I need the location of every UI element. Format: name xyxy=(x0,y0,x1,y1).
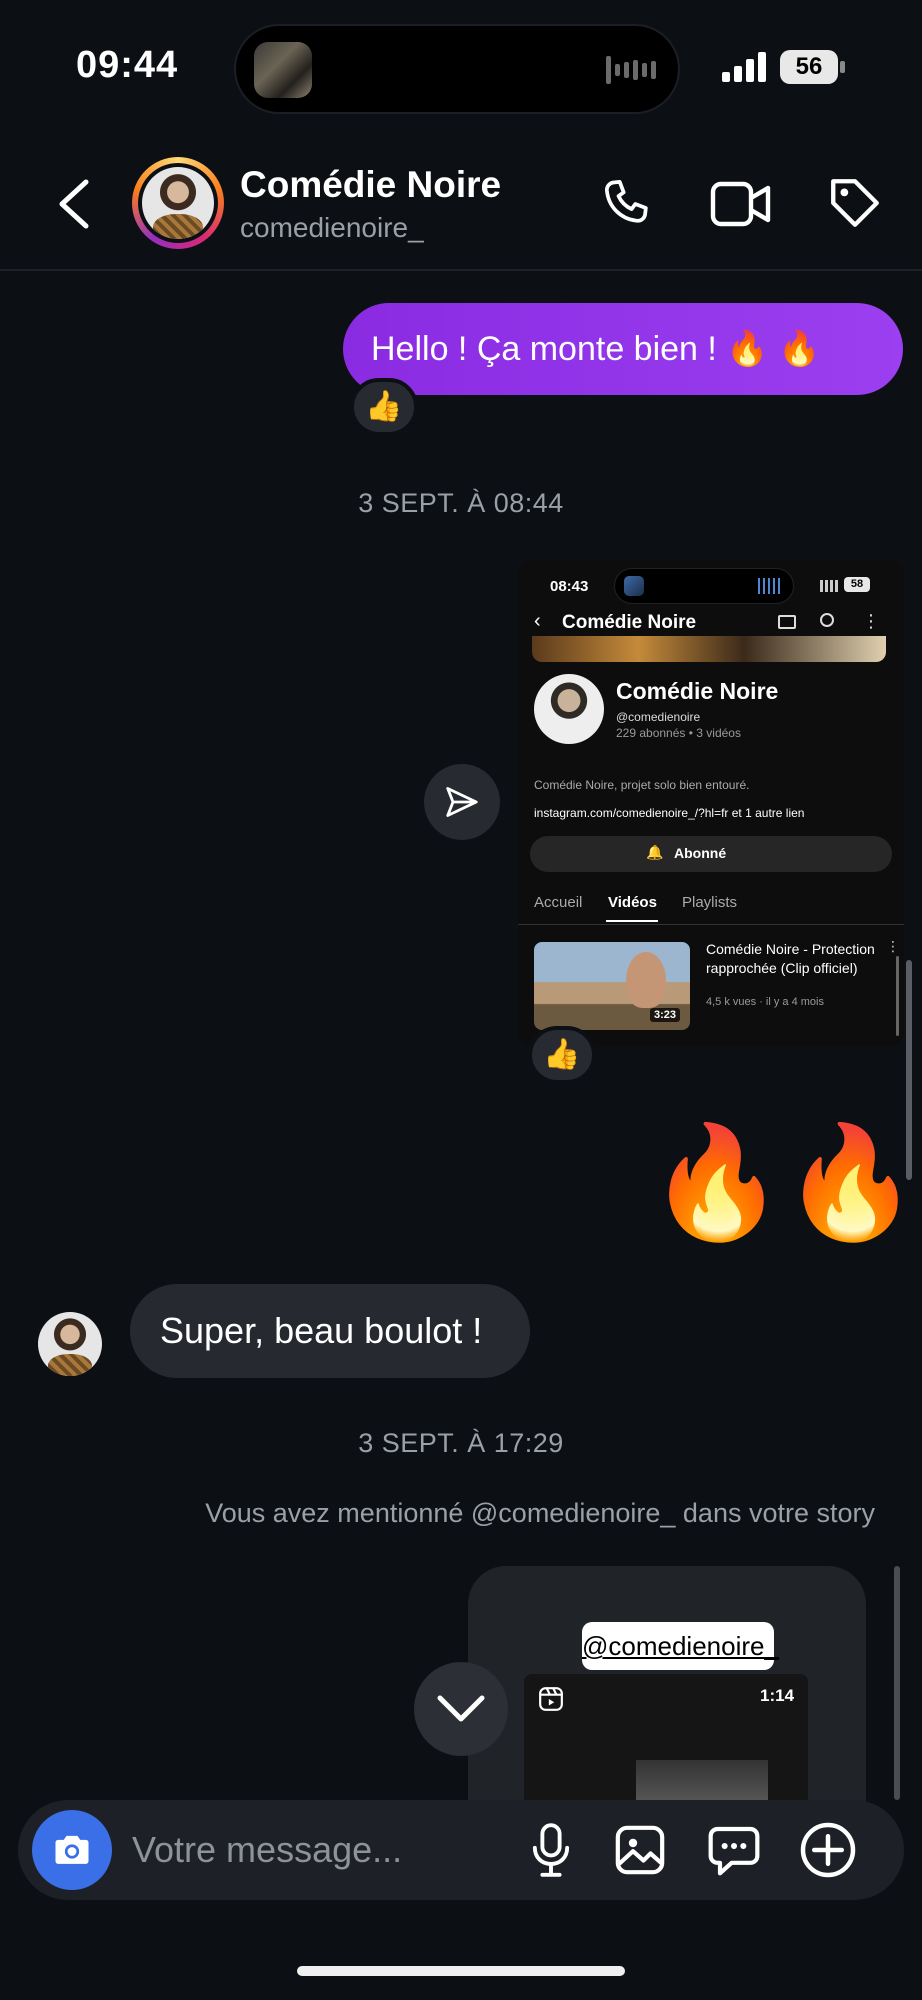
screenshot-link: instagram.com/comedienoire_/?hl=fr et 1 … xyxy=(534,806,805,820)
sticker-chat-icon[interactable] xyxy=(706,1822,762,1878)
chevron-down-icon xyxy=(437,1695,485,1722)
screenshot-video-duration: 3:23 xyxy=(650,1008,681,1022)
page-scrollbar[interactable] xyxy=(906,960,912,1180)
now-playing-thumbnail[interactable] xyxy=(254,42,312,98)
screenshot-cast-icon xyxy=(778,615,796,629)
audio-waveform-icon xyxy=(606,56,656,84)
timestamp: 3 SEPT. À 17:29 xyxy=(358,1428,564,1458)
screenshot-channel-avatar xyxy=(534,674,604,744)
screenshot-channel-stats: 229 abonnés • 3 vidéos xyxy=(616,726,741,740)
screenshot-tab-active: Vidéos xyxy=(608,894,657,911)
conversation-handle[interactable]: comedienoire_ xyxy=(240,212,424,244)
battery-tip xyxy=(840,61,845,73)
camera-icon xyxy=(55,1835,89,1864)
fire-emoji[interactable]: 🔥 xyxy=(782,1128,919,1238)
screenshot-bell-icon: 🔔 xyxy=(646,844,664,860)
screenshot-video-title: Comédie Noire - Protection rapprochée (C… xyxy=(706,941,875,976)
fire-emoji[interactable]: 🔥 xyxy=(648,1128,785,1238)
video-call-icon[interactable] xyxy=(710,178,772,230)
screenshot-waveform-icon xyxy=(758,578,780,594)
header-divider xyxy=(0,269,922,271)
screenshot-active-tab-underline xyxy=(606,920,658,922)
cellular-signal-icon xyxy=(722,52,766,82)
story-mention-notice: Vous avez mentionné @comedienoire_ dans … xyxy=(205,1498,875,1528)
screenshot-channel-handle: @comedienoire xyxy=(616,710,701,724)
message-input[interactable] xyxy=(132,1824,492,1876)
home-indicator[interactable] xyxy=(297,1966,625,1976)
screenshot-thumbnail-face xyxy=(626,952,666,1008)
screenshot-video-more-icon: ⋮ xyxy=(886,938,900,954)
thumbs-up-reaction[interactable]: 👍 xyxy=(528,1026,596,1084)
screenshot-tab: Playlists xyxy=(682,894,738,911)
screenshot-island-thumb xyxy=(624,576,644,596)
reels-icon xyxy=(539,1687,563,1711)
story-scrollbar[interactable] xyxy=(894,1566,900,1800)
add-circle-icon[interactable] xyxy=(798,1820,858,1880)
screenshot-title: Comédie Noire xyxy=(562,612,697,633)
send-icon xyxy=(446,787,478,817)
screenshot-channel-name: Comédie Noire xyxy=(616,678,779,704)
screenshot-search-icon xyxy=(820,613,834,627)
screenshot-subscribe-label: Abonné xyxy=(674,845,727,861)
screenshot-tab-divider xyxy=(518,924,904,925)
microphone-icon[interactable] xyxy=(528,1822,574,1878)
story-reel-duration: 1:14 xyxy=(760,1686,795,1705)
screenshot-back-icon: ‹ xyxy=(534,610,541,632)
screenshot-signal-icon xyxy=(820,580,838,592)
timestamp: 3 SEPT. À 08:44 xyxy=(358,488,564,518)
screenshot-battery: 58 xyxy=(844,577,870,592)
profile-avatar[interactable] xyxy=(142,167,214,239)
tag-icon[interactable] xyxy=(826,174,884,232)
screenshot-more-icon: ⋮ xyxy=(862,611,880,631)
screenshot-scrollbar xyxy=(896,956,899,1036)
incoming-message-bubble[interactable]: Super, beau boulot ! xyxy=(130,1284,530,1378)
phone-call-icon[interactable] xyxy=(598,176,654,232)
shared-screenshot[interactable]: 08:43 58 ‹ Comédie Noire ⋮ Comédie Noire… xyxy=(518,560,904,1046)
back-chevron-icon[interactable] xyxy=(56,178,92,230)
status-time: 09:44 xyxy=(76,44,179,86)
sender-avatar[interactable] xyxy=(38,1312,102,1376)
story-mention-tag: @comedienoire_ xyxy=(582,1622,779,1670)
story-reel-thumbnail xyxy=(636,1760,768,1800)
screenshot-channel-banner xyxy=(532,636,886,662)
screenshot-video-meta: 4,5 k vues · il y a 4 mois xyxy=(706,996,824,1008)
thumbs-up-reaction[interactable]: 👍 xyxy=(350,378,418,436)
screenshot-time: 08:43 xyxy=(550,578,589,595)
screenshot-description: Comédie Noire, projet solo bien entouré. xyxy=(534,778,750,792)
battery-indicator: 56 xyxy=(780,50,838,84)
screenshot-tab: Accueil xyxy=(534,894,583,911)
gallery-icon[interactable] xyxy=(612,1822,668,1878)
outgoing-message-bubble[interactable]: Hello ! Ça monte bien ! 🔥 🔥 xyxy=(343,303,903,395)
conversation-title[interactable]: Comédie Noire xyxy=(240,164,501,206)
